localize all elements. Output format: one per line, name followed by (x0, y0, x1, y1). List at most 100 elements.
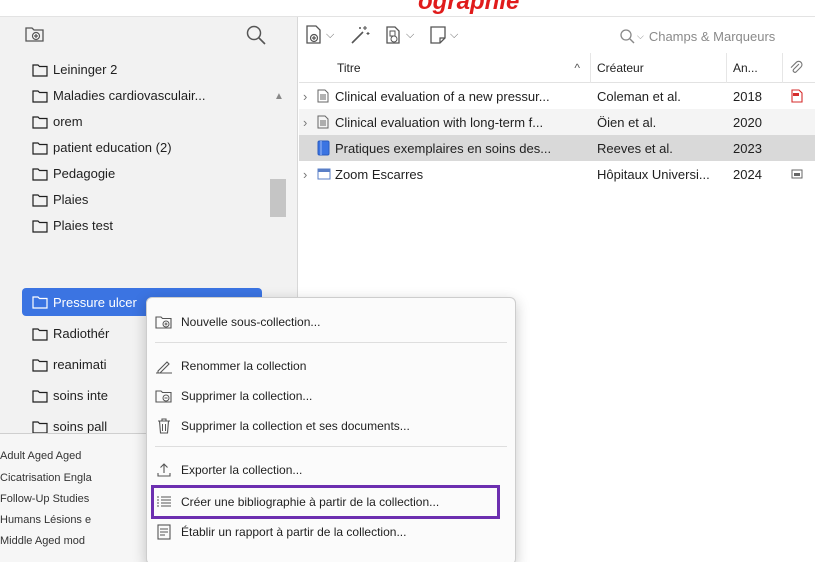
item-year: 2020 (733, 114, 762, 130)
pdf-icon[interactable] (791, 83, 811, 109)
search-placeholder: Champs & Marqueurs (648, 28, 776, 44)
item-year: 2024 (733, 166, 762, 182)
new-collection-icon[interactable] (24, 24, 46, 44)
search-mode-chevron-icon[interactable]: ⌵ (637, 31, 644, 42)
tag-row[interactable]: Follow-Up Studies (0, 493, 89, 505)
table-row[interactable]: › Clinical evaluation with long-term f..… (299, 109, 815, 135)
delete-collection-icon (155, 388, 173, 404)
collections-toolbar (0, 17, 298, 53)
search-icon (620, 29, 635, 44)
item-title: Pratiques exemplaires en soins des... (335, 140, 552, 156)
item-title: Clinical evaluation with long-term f... (335, 114, 544, 130)
folder-icon (32, 219, 48, 233)
menu-item-delete-collection-and-items[interactable]: Supprimer la collection et ses documents… (147, 414, 515, 438)
collection-item[interactable]: Maladies cardiovasculair... (22, 83, 262, 108)
expand-toggle-icon[interactable]: › (303, 161, 315, 187)
column-creator-header[interactable]: Créateur (591, 53, 727, 83)
new-attachment-button[interactable]: ⌵ (383, 25, 414, 45)
new-subcollection-icon (155, 314, 173, 330)
report-icon (155, 524, 173, 540)
rename-icon (155, 358, 173, 374)
item-creator: Hôpitaux Universi... (597, 166, 710, 182)
new-note-button[interactable]: ⌵ (429, 25, 458, 45)
collection-label: Plaies (53, 192, 89, 207)
column-title-label: Titre (337, 61, 361, 75)
collection-label: Leininger 2 (53, 62, 118, 77)
expand-toggle-icon[interactable] (303, 135, 315, 161)
chevron-down-icon: ⌵ (326, 28, 335, 41)
menu-item-rename-collection[interactable]: Renommer la collection (147, 354, 515, 378)
column-attachments-header[interactable] (783, 53, 815, 83)
items-toolbar: ⌵ ⌵ ⌵ ⌵ Champs & Marqueurs (299, 17, 815, 53)
folder-icon (32, 327, 48, 341)
tag-row[interactable]: Middle Aged mod (0, 535, 85, 547)
scrollbar-thumb[interactable] (270, 179, 286, 217)
menu-item-export-collection[interactable]: Exporter la collection... (147, 458, 515, 482)
menu-item-label: Nouvelle sous-collection... (181, 315, 321, 329)
trash-icon (155, 418, 173, 434)
chevron-down-icon: ⌵ (450, 28, 459, 41)
export-icon (155, 462, 173, 478)
folder-icon (32, 358, 48, 372)
menu-item-label: Renommer la collection (181, 359, 307, 373)
menu-item-label: Supprimer la collection et ses documents… (181, 419, 410, 433)
collection-item[interactable]: Plaies (22, 187, 262, 212)
collection-item[interactable]: Leininger 2 (22, 57, 262, 82)
tag-row[interactable]: Humans Lésions e (0, 514, 91, 526)
column-year-label: An... (733, 61, 758, 75)
expand-toggle-icon[interactable]: › (303, 83, 315, 109)
snapshot-icon[interactable] (791, 161, 811, 187)
banner-text: ographie (418, 0, 520, 15)
collection-label: reanimati (53, 357, 107, 372)
folder-icon (32, 63, 48, 77)
column-creator-label: Créateur (597, 61, 644, 75)
collection-label: Pedagogie (53, 166, 116, 181)
magic-wand-icon (351, 26, 370, 44)
folder-icon (32, 115, 48, 129)
add-by-identifier-button[interactable] (349, 25, 371, 45)
table-row-selected[interactable]: Pratiques exemplaires en soins des... Re… (299, 135, 815, 161)
folder-icon (32, 296, 48, 309)
collection-item[interactable]: Pedagogie (22, 161, 262, 186)
menu-separator (155, 342, 507, 343)
annotation-highlight-box (151, 485, 500, 519)
chevron-down-icon: ⌵ (406, 28, 415, 41)
tag-row[interactable]: Adult Aged Aged (0, 450, 81, 462)
scroll-up-arrow-icon[interactable]: ▲ (274, 91, 284, 102)
item-year: 2023 (733, 140, 762, 156)
book-icon (317, 135, 333, 161)
collection-label: soins pall (53, 419, 108, 434)
webpage-icon (317, 161, 333, 187)
collection-item[interactable]: Plaies test (22, 213, 262, 238)
cropped-banner: ographie (0, 0, 815, 16)
search-field[interactable]: ⌵ Champs & Marqueurs (619, 24, 815, 48)
collection-label: patient education (2) (53, 140, 172, 155)
folder-icon (32, 89, 48, 103)
menu-item-generate-report[interactable]: Établir un rapport à partir de la collec… (147, 520, 515, 544)
new-item-button[interactable]: ⌵ (305, 25, 334, 45)
sort-ascending-icon: ^ (574, 61, 580, 75)
collection-label: Radiothér (53, 326, 110, 341)
tag-row[interactable]: Cicatrisation Engla (0, 472, 92, 484)
item-creator: Reeves et al. (597, 140, 673, 156)
menu-item-new-subcollection[interactable]: Nouvelle sous-collection... (147, 310, 515, 334)
menu-item-label: Supprimer la collection... (181, 389, 313, 403)
collection-item[interactable]: orem (22, 109, 262, 134)
document-icon (317, 109, 333, 135)
column-header-row: Titre ^ Créateur An... (299, 53, 815, 83)
table-row[interactable]: › Clinical evaluation of a new pressur..… (299, 83, 815, 109)
item-creator: Öien et al. (597, 114, 657, 130)
search-icon[interactable] (244, 23, 268, 47)
menu-item-delete-collection[interactable]: Supprimer la collection... (147, 384, 515, 408)
collection-label: soins inte (53, 388, 108, 403)
expand-toggle-icon[interactable]: › (303, 109, 315, 135)
attachment-file-icon (386, 26, 400, 44)
folder-icon (32, 389, 48, 403)
new-item-icon (306, 25, 321, 44)
item-title: Clinical evaluation of a new pressur... (335, 88, 550, 104)
note-icon (430, 26, 446, 44)
column-title-header[interactable]: Titre ^ (331, 53, 591, 83)
table-row[interactable]: › Zoom Escarres Hôpitaux Universi... 202… (299, 161, 815, 187)
collection-item[interactable]: patient education (2) (22, 135, 262, 160)
column-year-header[interactable]: An... (727, 53, 783, 83)
